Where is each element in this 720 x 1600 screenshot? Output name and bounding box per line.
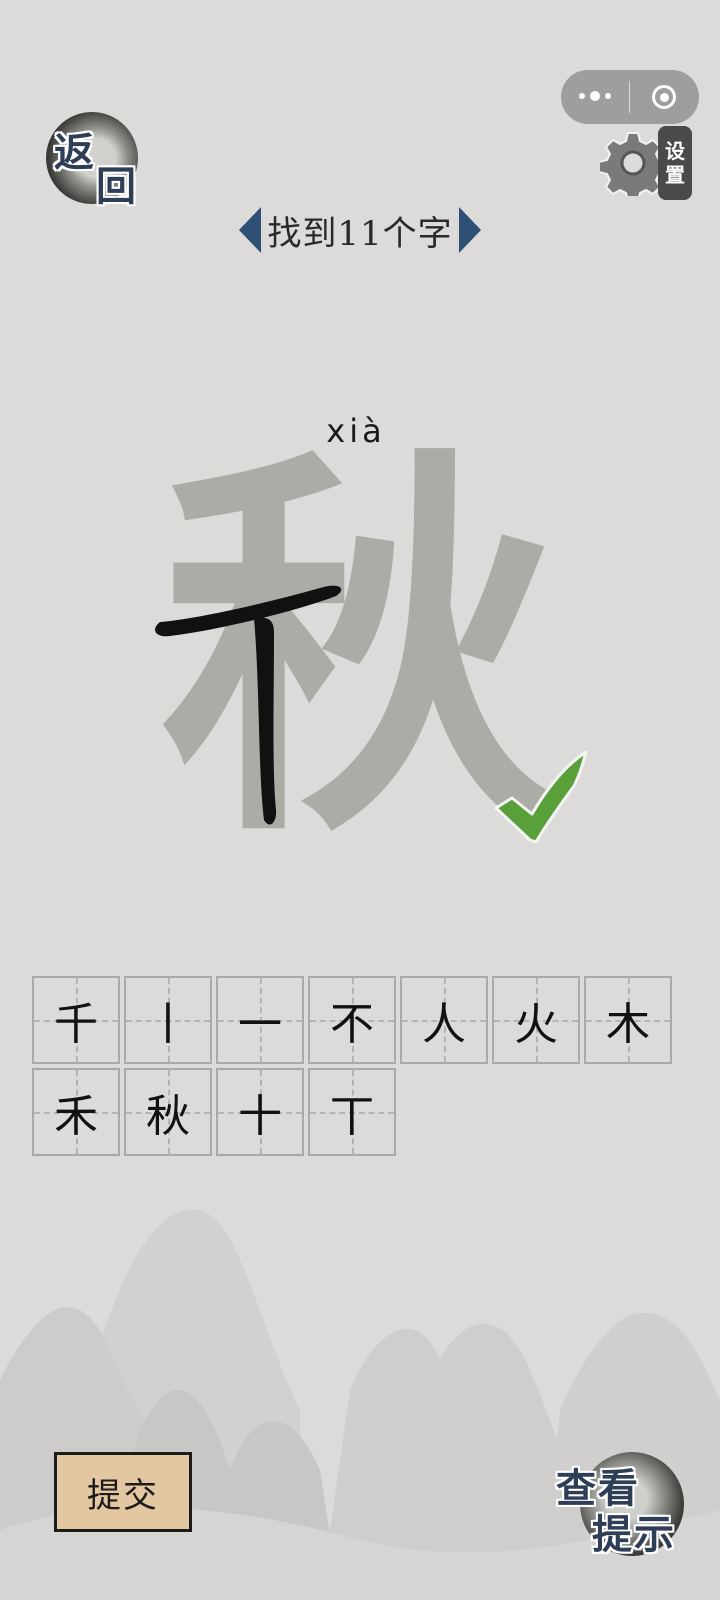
found-character-tile[interactable]: 千 — [32, 976, 120, 1064]
found-character-tile[interactable]: 木 — [584, 976, 672, 1064]
back-button[interactable]: 返 回 — [42, 108, 144, 210]
found-character-tile[interactable]: 禾 — [32, 1068, 120, 1156]
close-button[interactable] — [630, 70, 698, 124]
stroke-horizontal — [155, 585, 342, 637]
submit-button[interactable]: 提交 — [54, 1452, 196, 1536]
found-character-tile[interactable]: 丅 — [308, 1068, 396, 1156]
found-character-tile[interactable]: 十 — [216, 1068, 304, 1156]
found-character-tile[interactable]: 一 — [216, 976, 304, 1064]
found-character-tile[interactable]: 不 — [308, 976, 396, 1064]
found-character: 一 — [238, 999, 282, 1050]
found-character: 秋 — [146, 1091, 190, 1142]
found-character: 禾 — [54, 1091, 98, 1142]
arrow-left-icon — [239, 207, 262, 253]
found-character-tile[interactable]: 丨 — [124, 976, 212, 1064]
found-character: 火 — [514, 999, 558, 1050]
found-character: 木 — [606, 999, 650, 1050]
hint-label-line2: 提示 — [592, 1511, 676, 1558]
settings-label-line2: 置 — [665, 163, 685, 187]
submit-label: 提交 — [87, 1475, 159, 1516]
hint-button[interactable]: 查看 提示 — [552, 1444, 692, 1564]
found-character: 十 — [238, 1091, 282, 1142]
found-character: 丅 — [330, 1091, 374, 1142]
title-text: 找到11个字 — [267, 213, 453, 254]
more-button[interactable] — [561, 70, 629, 124]
back-label-line2: 回 — [96, 163, 136, 210]
level-title: 找到11个字 — [0, 205, 720, 255]
found-character: 不 — [330, 999, 374, 1050]
found-character: 人 — [422, 999, 466, 1050]
arrow-right-icon — [458, 207, 481, 253]
found-character: 千 — [54, 999, 98, 1050]
found-character-tile[interactable]: 火 — [492, 976, 580, 1064]
check-mark-icon — [494, 750, 588, 844]
more-dots-icon — [579, 91, 611, 101]
back-label-line1: 返 — [54, 129, 94, 176]
capsule-menu — [561, 70, 699, 124]
settings-tab: 设 置 — [658, 126, 692, 200]
found-character-tile[interactable]: 秋 — [124, 1068, 212, 1156]
found-character: 丨 — [146, 999, 190, 1050]
target-circle-icon — [652, 85, 676, 109]
settings-button[interactable]: 设 置 — [600, 126, 700, 200]
settings-label-line1: 设 — [665, 139, 685, 163]
found-character-tile[interactable]: 人 — [400, 976, 488, 1064]
gear-icon — [600, 132, 666, 196]
stroke-vertical — [254, 617, 277, 825]
